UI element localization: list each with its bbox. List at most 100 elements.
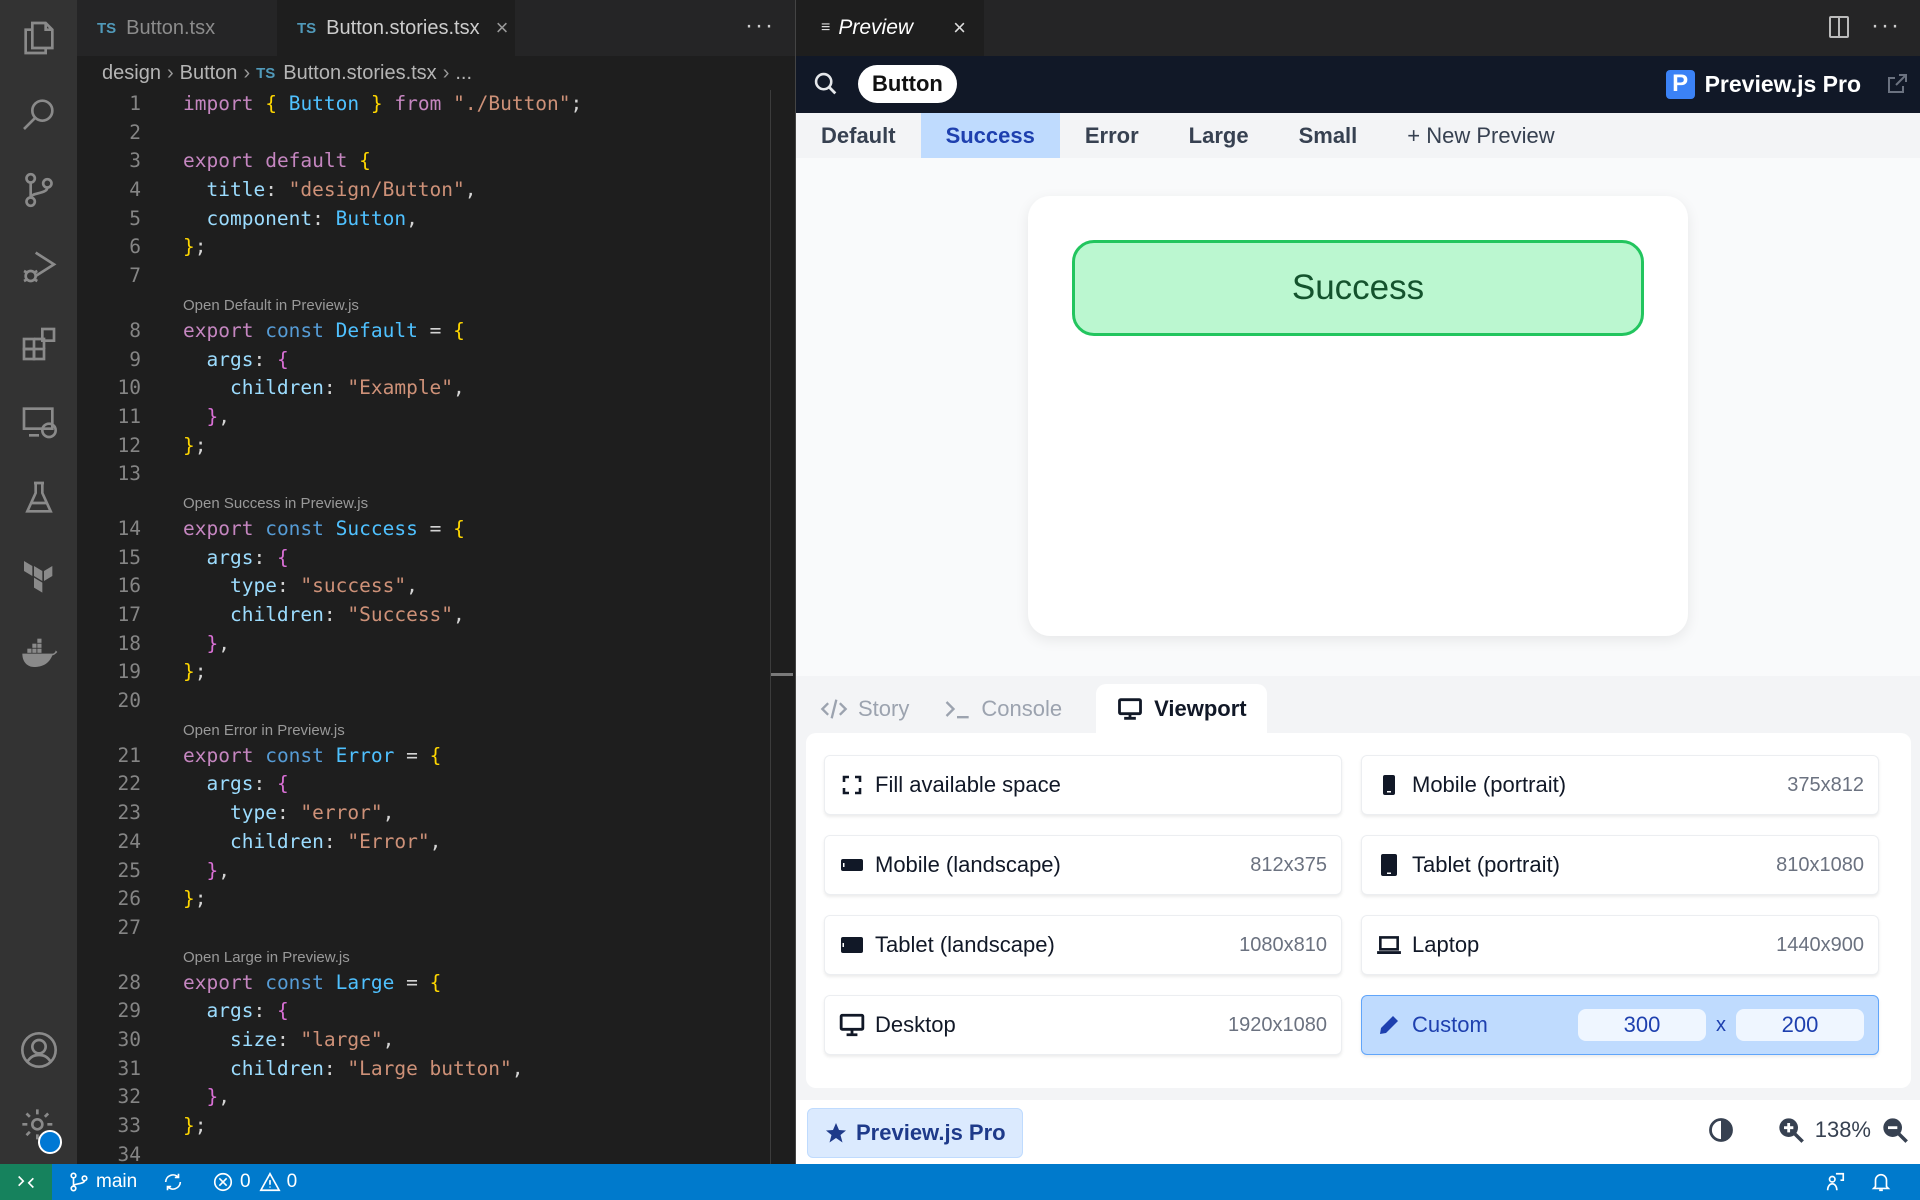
code-line[interactable]: 20 bbox=[77, 687, 777, 716]
code-line[interactable]: 1 import { Button } from "./Button"; bbox=[77, 90, 777, 119]
code-line[interactable]: 3 export default { bbox=[77, 147, 777, 176]
code-line[interactable]: 6}; bbox=[77, 233, 777, 262]
new-preview-button[interactable]: + New Preview bbox=[1382, 113, 1579, 158]
code-line[interactable]: 4 title: "design/Button", bbox=[77, 176, 777, 205]
extensions-icon[interactable] bbox=[0, 314, 77, 374]
remote-indicator-icon[interactable] bbox=[0, 1164, 52, 1200]
zoom-in-icon[interactable] bbox=[1777, 1116, 1805, 1144]
close-icon[interactable]: × bbox=[496, 15, 509, 41]
code-line[interactable]: 26}; bbox=[77, 885, 777, 914]
code-line[interactable]: 16 type: "success", bbox=[77, 572, 777, 601]
breadcrumb-item[interactable]: ... bbox=[455, 62, 472, 85]
notifications-bell-icon[interactable] bbox=[1870, 1164, 1898, 1200]
code-line[interactable]: 11 }, bbox=[77, 403, 777, 432]
code-line[interactable]: 24 children: "Error", bbox=[77, 828, 777, 857]
viewport-tablet-portrait[interactable]: Tablet (portrait) 810x1080 bbox=[1361, 835, 1879, 895]
story-tab-error[interactable]: Error bbox=[1060, 113, 1164, 158]
code-line[interactable]: 12}; bbox=[77, 432, 777, 461]
viewport-custom[interactable]: Custom 300 x 200 bbox=[1361, 995, 1879, 1055]
remote-explorer-icon[interactable] bbox=[0, 392, 77, 452]
code-lens-open-preview[interactable]: Open Error in Preview.js bbox=[77, 720, 777, 742]
story-tab-success[interactable]: Success bbox=[920, 113, 1060, 158]
code-line[interactable]: 15 args: { bbox=[77, 544, 777, 573]
more-actions-icon[interactable]: ··· bbox=[1871, 12, 1901, 40]
code-line[interactable]: 14 export const Success = { bbox=[77, 515, 777, 544]
split-editor-icon[interactable] bbox=[1829, 16, 1849, 38]
testing-icon[interactable] bbox=[0, 468, 77, 528]
code-line[interactable]: 7 bbox=[77, 262, 777, 291]
more-actions-icon[interactable]: ··· bbox=[745, 12, 775, 40]
code-lens-open-preview[interactable]: Open Large in Preview.js bbox=[77, 947, 777, 969]
viewport-mobile-portrait[interactable]: Mobile (portrait) 375x812 bbox=[1361, 755, 1879, 815]
code-lens-open-preview[interactable]: Open Success in Preview.js bbox=[77, 493, 777, 515]
story-tab-small[interactable]: Small bbox=[1274, 113, 1383, 158]
code-line[interactable]: 13 bbox=[77, 460, 777, 489]
breadcrumb-item[interactable]: Button bbox=[180, 62, 238, 85]
source-control-icon[interactable] bbox=[0, 160, 77, 220]
code-line[interactable]: 25 }, bbox=[77, 857, 777, 886]
custom-height-input[interactable]: 200 bbox=[1736, 1009, 1864, 1041]
line-number: 20 bbox=[117, 689, 141, 713]
code-line[interactable]: 9 args: { bbox=[77, 346, 777, 375]
code-line[interactable]: 8 export const Default = { bbox=[77, 317, 777, 346]
manage-gear-icon[interactable] bbox=[0, 1096, 77, 1156]
tab-label: Button.tsx bbox=[126, 16, 216, 39]
breadcrumb-item[interactable]: Button.stories.tsx bbox=[283, 62, 436, 85]
code-line[interactable]: 30 size: "large", bbox=[77, 1026, 777, 1055]
branch-indicator[interactable]: main bbox=[68, 1164, 137, 1200]
code-line[interactable]: 31 children: "Large button", bbox=[77, 1055, 777, 1084]
contrast-theme-icon[interactable] bbox=[1707, 1116, 1735, 1144]
live-share-icon[interactable] bbox=[1824, 1164, 1852, 1200]
code-line[interactable]: 18 }, bbox=[77, 630, 777, 659]
sync-button[interactable] bbox=[162, 1164, 190, 1200]
custom-width-input[interactable]: 300 bbox=[1578, 1009, 1706, 1041]
line-number: 18 bbox=[117, 631, 141, 655]
run-debug-icon[interactable] bbox=[0, 236, 77, 296]
story-tab-default[interactable]: Default bbox=[796, 113, 921, 158]
tab-preview[interactable]: ≡ Preview × bbox=[796, 0, 984, 56]
rendered-success-button[interactable]: Success bbox=[1072, 240, 1644, 336]
code-line[interactable]: 27 bbox=[77, 914, 777, 943]
code-line[interactable]: 2 bbox=[77, 119, 777, 148]
breadcrumb-item[interactable]: design bbox=[102, 62, 161, 85]
terraform-icon[interactable] bbox=[0, 546, 77, 606]
zoom-out-icon[interactable] bbox=[1881, 1116, 1909, 1144]
code-line[interactable]: 21 export const Error = { bbox=[77, 742, 777, 771]
viewport-laptop[interactable]: Laptop 1440x900 bbox=[1361, 915, 1879, 975]
preview-js-pro-button[interactable]: Preview.js Pro bbox=[807, 1108, 1023, 1158]
accounts-icon[interactable] bbox=[0, 1020, 77, 1080]
code-line[interactable]: 29 args: { bbox=[77, 997, 777, 1026]
typescript-icon: TS bbox=[97, 19, 117, 37]
open-external-icon[interactable] bbox=[1885, 72, 1909, 96]
code-line[interactable]: 10 children: "Example", bbox=[77, 374, 777, 403]
tab-button-tsx[interactable]: TS Button.tsx bbox=[77, 0, 277, 56]
code-line[interactable]: 22 args: { bbox=[77, 770, 777, 799]
scrollbar[interactable] bbox=[770, 90, 771, 1164]
code-line[interactable]: 17 children: "Success", bbox=[77, 601, 777, 630]
tab-story[interactable]: Story bbox=[806, 684, 923, 734]
code-line[interactable]: 19}; bbox=[77, 658, 777, 687]
code-lens-open-preview[interactable]: Open Default in Preview.js bbox=[77, 295, 777, 317]
code-line[interactable]: 23 type: "error", bbox=[77, 799, 777, 828]
code-line[interactable]: 28 export const Large = { bbox=[77, 969, 777, 998]
close-icon[interactable]: × bbox=[953, 15, 966, 41]
search-icon[interactable] bbox=[0, 84, 77, 144]
viewport-desktop[interactable]: Desktop 1920x1080 bbox=[824, 995, 1342, 1055]
code-area[interactable]: 1 import { Button } from "./Button"; 2 3 exp… bbox=[77, 90, 777, 1169]
problems-indicator[interactable]: 0 0 bbox=[212, 1164, 297, 1200]
component-search-pill[interactable]: Button bbox=[858, 65, 957, 103]
story-tab-large[interactable]: Large bbox=[1164, 113, 1274, 158]
explorer-icon[interactable] bbox=[0, 8, 77, 68]
search-icon[interactable] bbox=[812, 70, 840, 98]
tab-viewport[interactable]: Viewport bbox=[1096, 684, 1267, 734]
viewport-mobile-landscape[interactable]: Mobile (landscape) 812x375 bbox=[824, 835, 1342, 895]
code-line[interactable]: 32 }, bbox=[77, 1083, 777, 1112]
docker-icon[interactable] bbox=[0, 622, 77, 682]
code-line[interactable]: 5 component: Button, bbox=[77, 205, 777, 234]
viewport-tablet-landscape[interactable]: Tablet (landscape) 1080x810 bbox=[824, 915, 1342, 975]
breadcrumb: design › Button › TS Button.stories.tsx … bbox=[102, 58, 472, 88]
code-line[interactable]: 33}; bbox=[77, 1112, 777, 1141]
tab-button-stories-tsx[interactable]: TS Button.stories.tsx × bbox=[277, 0, 515, 56]
viewport-fill-space[interactable]: Fill available space bbox=[824, 755, 1342, 815]
tab-console[interactable]: Console bbox=[929, 684, 1076, 734]
